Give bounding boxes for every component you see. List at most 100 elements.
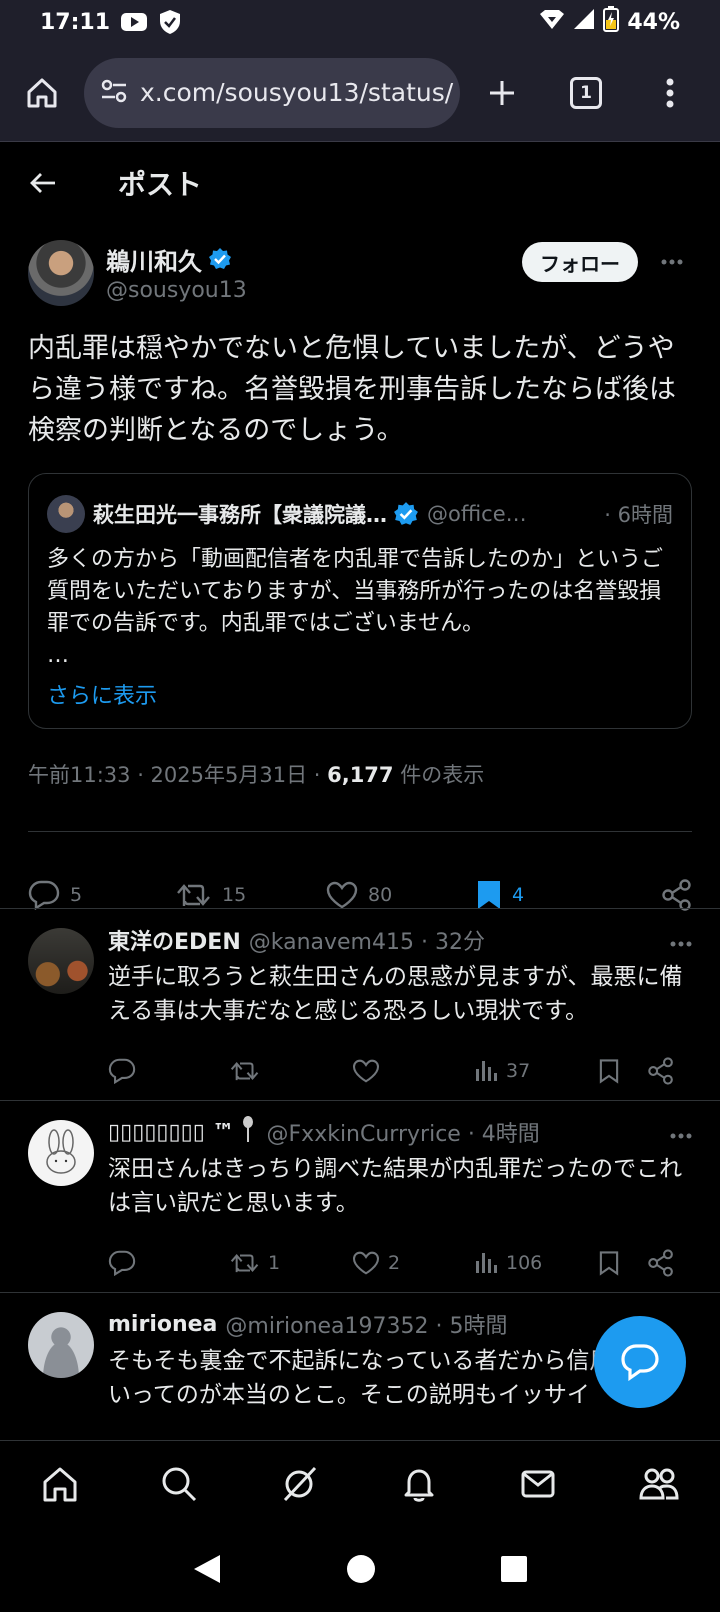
chat-bubble-icon [621, 1344, 659, 1381]
back-button[interactable] [0, 143, 86, 223]
like-button[interactable]: 2 [352, 1251, 474, 1275]
reply-actions: 37 [108, 1046, 692, 1096]
envelope-icon [521, 1470, 555, 1497]
back-arrow-icon [30, 173, 55, 193]
avatar[interactable] [28, 1120, 94, 1186]
system-back-button[interactable] [192, 1553, 222, 1589]
post-meta: 午前11:33 · 2025年5月31日 · 6,177 件の表示 [28, 759, 692, 789]
home-button[interactable] [0, 44, 84, 142]
repost-button[interactable] [230, 1058, 352, 1084]
bookmark-filled-icon [478, 881, 500, 909]
post-text: 内乱罪は穏やかでないと危惧していましたが、どうやら違う様ですね。名誉毀損を刑事告… [28, 333, 676, 446]
battery-icon [603, 6, 620, 38]
bookmark-count: 4 [512, 884, 525, 906]
share-button[interactable] [662, 879, 692, 911]
reply-button[interactable] [108, 1058, 230, 1084]
search-icon [162, 1467, 197, 1501]
share-button[interactable] [648, 1249, 674, 1277]
reply-body: ▯▯▯▯▯▯▯▯ ™ @FxxkinCurryrice · 4時間 深田さんはき… [108, 1114, 692, 1288]
status-time: 17:11 [40, 9, 111, 35]
views-button[interactable]: 37 [474, 1059, 598, 1083]
reply-item[interactable]: 東洋のEDEN @kanavem415 · 32分 逆手に取ろうと萩生田さんの思… [0, 910, 720, 1100]
nav-communities[interactable] [638, 1464, 680, 1508]
system-home-button[interactable] [345, 1553, 377, 1589]
reply-icon [28, 880, 60, 910]
like-button[interactable]: 80 [326, 881, 476, 909]
repost-button[interactable]: 15 [176, 880, 326, 910]
pin-icon [241, 1115, 255, 1149]
quoted-post[interactable]: 萩生田光一事務所【衆議院議… @office… · 6時間 多くの方から「動画配… [28, 473, 692, 729]
author-info: 鵜川和久 @sousyou13 [106, 242, 247, 304]
reply-author-name[interactable]: 東洋のEDEN [108, 924, 241, 956]
url-bar[interactable]: x.com/sousyou13/status/ [84, 57, 460, 128]
reply-author-name[interactable]: mirionea [108, 1312, 217, 1337]
avatar[interactable] [28, 1312, 94, 1378]
grok-icon [284, 1466, 317, 1501]
reply-author-handle[interactable]: @FxxkinCurryrice · 4時間 [267, 1116, 540, 1148]
reply-button[interactable] [108, 1250, 230, 1276]
quote-author-name: 萩生田光一事務所【衆議院議… [93, 503, 387, 527]
reply-icon [108, 1058, 136, 1084]
repost-button[interactable]: 1 [230, 1250, 352, 1276]
post-timestamp[interactable]: 午前11:33 · 2025年5月31日 · [28, 763, 327, 787]
like-button[interactable] [352, 1059, 474, 1083]
more-dots-icon [661, 259, 683, 265]
bookmark-icon [599, 1251, 619, 1276]
status-bar: 17:11 44% [0, 0, 720, 44]
main-post: 鵜川和久 @sousyou13 フォロー 内乱罪は穏やかでないと危惧していました… [28, 240, 692, 789]
analytics-icon [476, 1061, 497, 1081]
reply-icon [108, 1250, 136, 1276]
compose-reply-button[interactable] [594, 1316, 686, 1408]
reply-body: 東洋のEDEN @kanavem415 · 32分 逆手に取ろうと萩生田さんの思… [108, 922, 692, 1096]
system-nav-bar [0, 1530, 720, 1612]
more-dots-icon [670, 941, 692, 946]
url-text: x.com/sousyou13/status/ [140, 78, 454, 107]
post-more-button[interactable] [652, 242, 692, 282]
back-triangle-icon [193, 1555, 220, 1583]
reply-button[interactable]: 5 [28, 880, 176, 910]
reply-more-button[interactable] [670, 1120, 692, 1145]
nav-messages[interactable] [518, 1464, 558, 1508]
wifi-icon [539, 8, 565, 36]
reply-author-handle[interactable]: @mirionea197352 · 5時間 [225, 1308, 507, 1340]
reply-more-button[interactable] [670, 928, 692, 953]
reply-item[interactable]: ▯▯▯▯▯▯▯▯ ™ @FxxkinCurryrice · 4時間 深田さんはき… [0, 1102, 720, 1292]
avatar[interactable] [28, 928, 94, 994]
verified-badge-icon [394, 502, 418, 525]
tab-switcher-button[interactable]: 1 [544, 44, 628, 142]
reply-header: ▯▯▯▯▯▯▯▯ ™ @FxxkinCurryrice · 4時間 [108, 1114, 692, 1150]
share-button[interactable] [648, 1057, 674, 1085]
author-handle[interactable]: @sousyou13 [106, 278, 247, 303]
site-settings-icon[interactable] [100, 79, 128, 107]
nav-grok[interactable] [279, 1464, 319, 1508]
author-name[interactable]: 鵜川和久 [106, 242, 202, 277]
reply-actions: 1 2 106 [108, 1238, 692, 1288]
repost-count: 15 [222, 884, 247, 906]
follow-button[interactable]: フォロー [522, 242, 638, 282]
view-count: 106 [506, 1252, 543, 1274]
bookmark-icon [599, 1059, 619, 1084]
bookmark-button[interactable] [598, 1250, 648, 1276]
show-more-link[interactable]: さらに表示 [47, 678, 157, 710]
page-title: ポスト [118, 168, 203, 201]
reply-author-name[interactable]: ▯▯▯▯▯▯▯▯ ™ [108, 1120, 235, 1145]
heart-icon [352, 1251, 380, 1275]
browser-menu-button[interactable] [628, 44, 712, 142]
youtube-icon [120, 12, 148, 32]
bookmark-button[interactable]: 4 [476, 879, 626, 911]
system-recents-button[interactable] [500, 1555, 528, 1587]
bookmark-button[interactable] [598, 1058, 648, 1084]
display-name[interactable]: 鵜川和久 [106, 242, 247, 276]
nav-search[interactable] [159, 1464, 199, 1508]
reply-author-handle[interactable]: @kanavem415 · 32分 [249, 924, 485, 956]
views-button[interactable]: 106 [474, 1251, 598, 1275]
verified-badge-icon [209, 248, 231, 269]
reply-header: 東洋のEDEN @kanavem415 · 32分 [108, 922, 692, 958]
nav-home[interactable] [40, 1464, 80, 1508]
new-tab-button[interactable] [460, 44, 544, 142]
nav-notifications[interactable] [399, 1464, 439, 1508]
reply-text: 逆手に取ろうと萩生田さんの思惑が見ますが、最悪に備える事は大事だなと感じる恐ろし… [108, 964, 683, 1024]
post-author-row: 鵜川和久 @sousyou13 フォロー [28, 240, 692, 316]
recents-square-icon [501, 1556, 528, 1582]
avatar[interactable] [28, 240, 94, 306]
